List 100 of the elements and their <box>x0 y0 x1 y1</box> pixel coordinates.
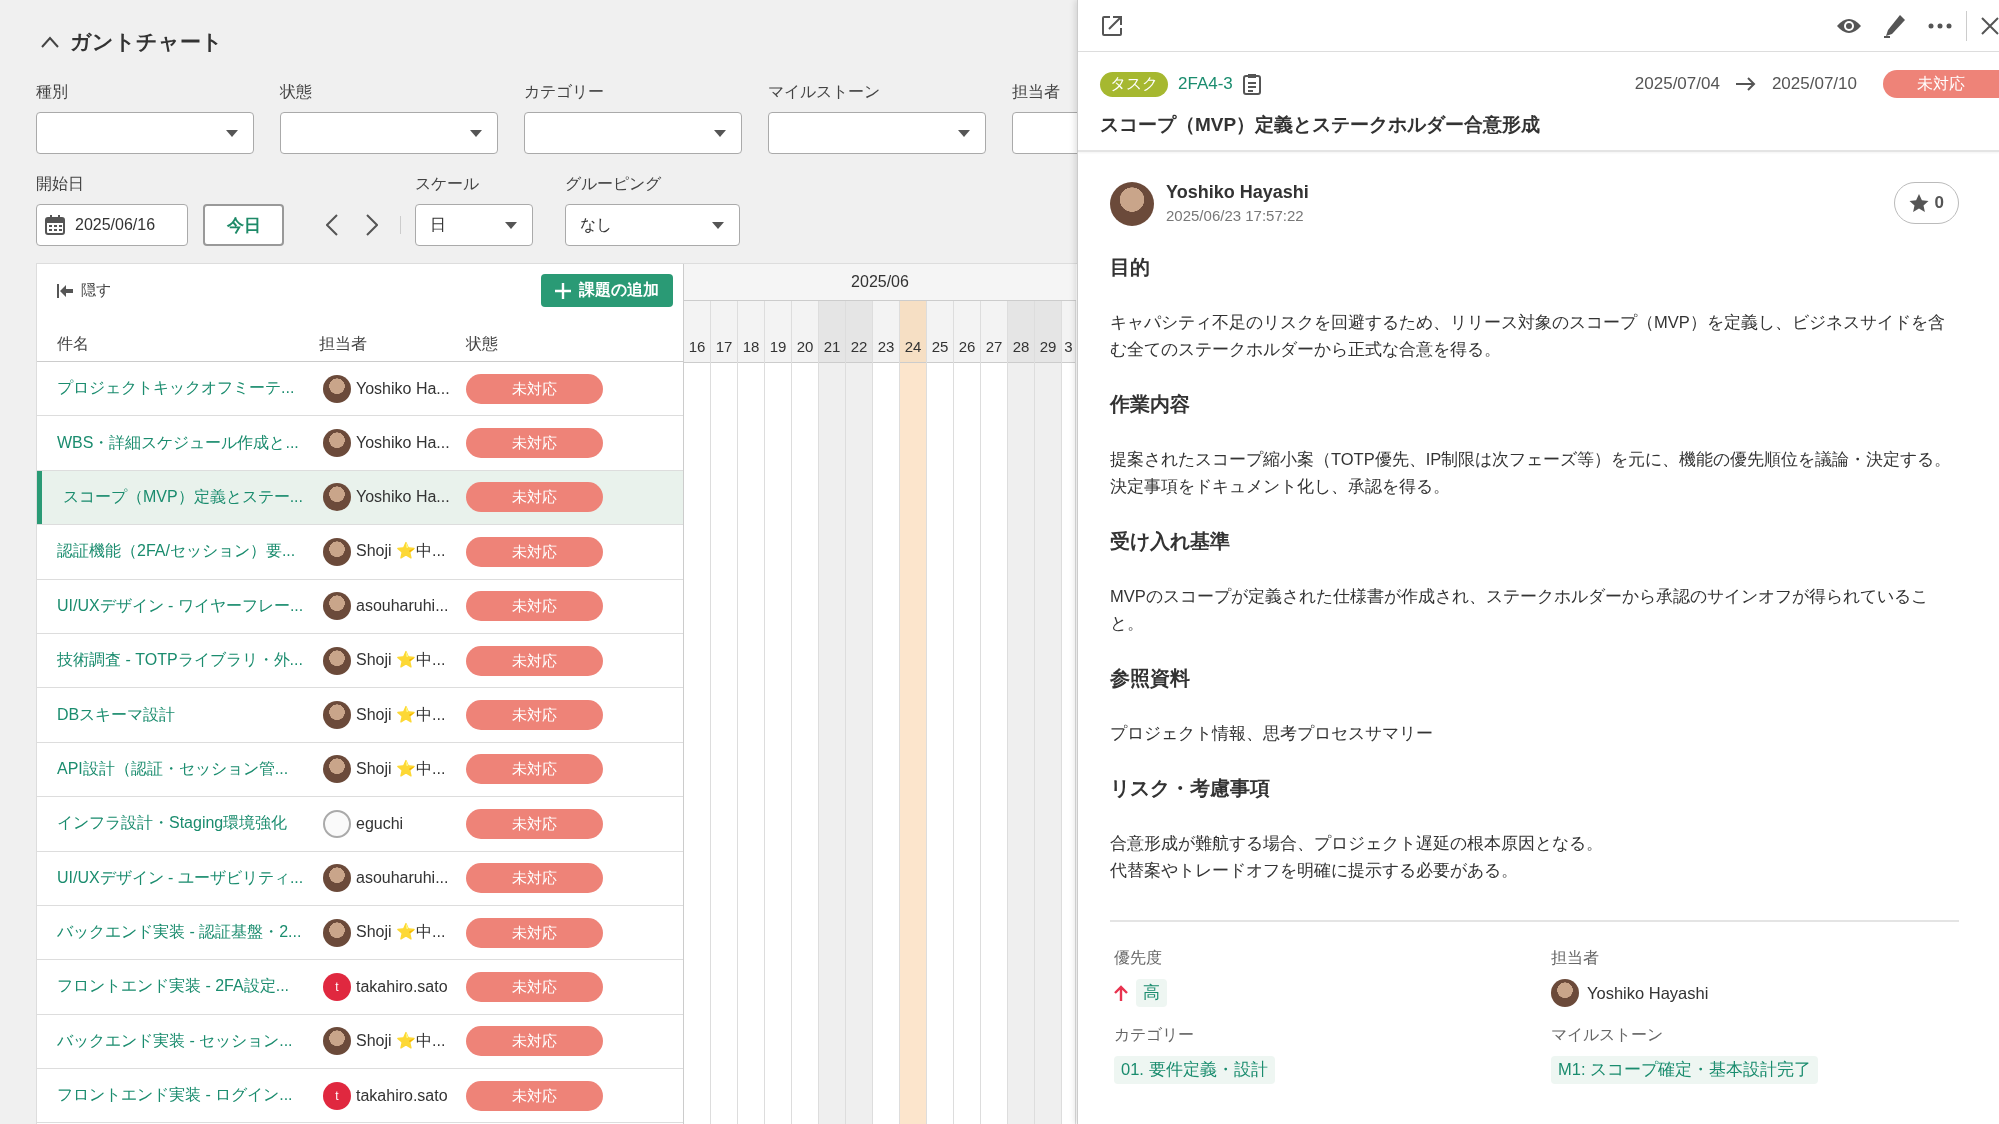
task-row[interactable]: 技術調査 - TOTPライブラリ・外... Shoji ⭐中... 未対応 <box>37 633 683 689</box>
author-name: Yoshiko Hayashi <box>1166 182 1309 203</box>
description-text: キャパシティ不足のリスクを回避するため、リリース対象のスコープ（MVP）を定義し、ビジネスサイドを含む全てのステークホルダーから正式な合意を得る。 <box>1110 312 1946 360</box>
issue-key-link[interactable]: 2FA4-3 <box>1178 74 1233 94</box>
task-row[interactable]: バックエンド実装 - セッション... Shoji ⭐中... 未対応 <box>37 1014 683 1070</box>
task-row[interactable]: フロントエンド実装 - ログイン... t takahiro.sato 未対応 <box>37 1069 683 1124</box>
more-icon[interactable] <box>1928 22 1952 29</box>
day-header: 19 <box>765 301 791 363</box>
day-header: 22 <box>846 301 872 363</box>
status-badge: 未対応 <box>466 808 603 839</box>
close-icon[interactable] <box>1981 16 1999 35</box>
status-badge: 未対応 <box>466 700 603 731</box>
avatar <box>323 483 351 512</box>
day-header: 26 <box>954 301 980 363</box>
external-link-icon[interactable] <box>1100 13 1124 38</box>
avatar <box>323 374 351 403</box>
eye-icon[interactable] <box>1836 16 1862 35</box>
chevron-up-icon[interactable] <box>40 36 60 48</box>
task-row[interactable]: プロジェクトキックオフミーテ... Yoshiko Ha... 未対応 <box>37 362 683 417</box>
task-row[interactable]: UI/UXデザイン - ユーザビリティ... asouharuhi... 未対応 <box>37 851 683 906</box>
property-label: 担当者 <box>1551 948 1600 968</box>
day-header: 23 <box>873 301 899 363</box>
task-title-link[interactable]: UI/UXデザイン - ユーザビリティ... <box>57 868 304 886</box>
assignee-name: Yoshiko Ha... <box>356 488 450 507</box>
task-title-link[interactable]: フロントエンド実装 - ログイン... <box>57 1086 293 1104</box>
status-badge: 未対応 <box>466 1026 603 1057</box>
day-header: 21 <box>819 301 845 363</box>
task-row[interactable]: UI/UXデザイン - ワイヤーフレー... asouharuhi... 未対応 <box>37 579 683 634</box>
property-label: カテゴリー <box>1114 1025 1195 1045</box>
assignee-name: asouharuhi... <box>356 597 449 616</box>
clipboard-icon[interactable] <box>1242 73 1261 95</box>
task-row[interactable]: バックエンド実装 - 認証基盤・2... Shoji ⭐中... 未対応 <box>37 905 683 961</box>
today-button[interactable]: 今日 <box>203 204 284 246</box>
status-badge: 未対応 <box>466 482 603 513</box>
section-heading: リスク・考慮事項 <box>1110 776 1271 801</box>
star-icon <box>1908 193 1929 213</box>
start-date: 2025/07/04 <box>1634 74 1720 94</box>
assignee-name: Yoshiko Ha... <box>356 379 450 398</box>
assignee-name: Shoji ⭐中... <box>356 1030 446 1051</box>
task-title-link[interactable]: バックエンド実装 - 認証基盤・2... <box>57 923 302 941</box>
task-row[interactable]: API設計（認証・セッション管... Shoji ⭐中... 未対応 <box>37 742 683 798</box>
section-heading: 参照資料 <box>1110 666 1191 691</box>
description-text: 合意形成が難航する場合、プロジェクト遅延の根本原因となる。 <box>1110 833 1604 854</box>
avatar <box>323 809 351 838</box>
status-badge: 未対応 <box>1883 70 1999 98</box>
assignee-name: Shoji ⭐中... <box>356 650 446 671</box>
task-row[interactable]: フロントエンド実装 - 2FA設定... t takahiro.sato 未対応 <box>37 960 683 1015</box>
task-title-link[interactable]: インフラ設計・Staging環境強化 <box>57 814 288 832</box>
day-header: 18 <box>738 301 764 363</box>
task-title-link[interactable]: バックエンド実装 - セッション... <box>57 1031 293 1049</box>
description-text: 代替案やトレードオフを明確に提示する必要がある。 <box>1110 860 1519 881</box>
grouping-label: グルーピング <box>565 174 662 194</box>
task-title-link[interactable]: フロントエンド実装 - 2FA設定... <box>57 977 289 995</box>
add-issue-button[interactable]: 課題の追加 <box>541 274 673 307</box>
filter-label: カテゴリー <box>524 82 605 102</box>
task-title-link[interactable]: API設計（認証・セッション管... <box>57 759 289 777</box>
task-title-link[interactable]: スコープ（MVP）定義とステー... <box>63 487 303 505</box>
avatar <box>1551 979 1579 1007</box>
task-title-link[interactable]: UI/UXデザイン - ワイヤーフレー... <box>57 596 304 614</box>
task-title-link[interactable]: 技術調査 - TOTPライブラリ・外... <box>57 651 303 669</box>
task-row[interactable]: インフラ設計・Staging環境強化 eguchi 未対応 <box>37 797 683 852</box>
avatar: t <box>323 973 351 1001</box>
up-arrow-icon <box>1114 985 1128 1001</box>
hide-button[interactable]: 隠す <box>57 281 111 300</box>
date-field[interactable]: 2025/06/16 <box>36 204 188 246</box>
day-header: 17 <box>711 301 737 363</box>
task-row[interactable]: 認証機能（2FA/セッション）要... Shoji ⭐中... 未対応 <box>37 525 683 580</box>
task-title-link[interactable]: WBS・詳細スケジュール作成と... <box>57 433 299 451</box>
filter-label: 種別 <box>36 82 69 102</box>
month-header: 2025/06 <box>684 264 1076 301</box>
assignee-name: Yoshiko Ha... <box>356 434 450 453</box>
property-tag[interactable]: 01. 要件定義・設計 <box>1114 1056 1275 1084</box>
task-row[interactable]: DBスキーマ設計 Shoji ⭐中... 未対応 <box>37 688 683 743</box>
section-heading: 受け入れ基準 <box>1110 529 1231 554</box>
assignee-name: Yoshiko Hayashi <box>1587 983 1709 1003</box>
star-button[interactable]: 0 <box>1893 182 1959 224</box>
task-title-link[interactable]: プロジェクトキックオフミーテ... <box>57 379 295 397</box>
assignee-name: takahiro.sato <box>356 978 448 996</box>
day-header: 3 <box>1062 301 1075 363</box>
day-header: 28 <box>1008 301 1034 363</box>
section-heading: 目的 <box>1110 255 1151 280</box>
caret-icon <box>711 220 725 230</box>
description-text: MVPのスコープが定義された仕様書が作成され、ステークホルダーから承認のサインオフが得られていること。 <box>1110 586 1929 634</box>
right-arrow-icon <box>1735 77 1756 91</box>
pencil-icon[interactable] <box>1884 13 1906 38</box>
scale-dropdown[interactable]: 日 <box>415 204 533 246</box>
chevron-right-icon[interactable] <box>366 214 378 236</box>
selected-task-row[interactable]: スコープ（MVP）定義とステー... Yoshiko Ha... 未対応 <box>37 470 683 526</box>
chevron-left-icon[interactable] <box>326 214 338 236</box>
task-title-link[interactable]: 認証機能（2FA/セッション）要... <box>57 542 296 560</box>
status-badge: 未対応 <box>466 754 603 785</box>
grouping-dropdown[interactable]: なし <box>565 204 740 246</box>
property-tag[interactable]: M1: スコープ確定・基本設計完了 <box>1551 1056 1819 1084</box>
day-header: 27 <box>981 301 1007 363</box>
task-row[interactable]: WBS・詳細スケジュール作成と... Yoshiko Ha... 未対応 <box>37 416 683 471</box>
collapse-left-icon <box>57 283 73 298</box>
avatar <box>323 701 351 730</box>
task-title-link[interactable]: DBスキーマ設計 <box>57 705 176 723</box>
priority-tag: 高 <box>1136 979 1167 1007</box>
filter-label: 担当者 <box>1012 82 1061 102</box>
